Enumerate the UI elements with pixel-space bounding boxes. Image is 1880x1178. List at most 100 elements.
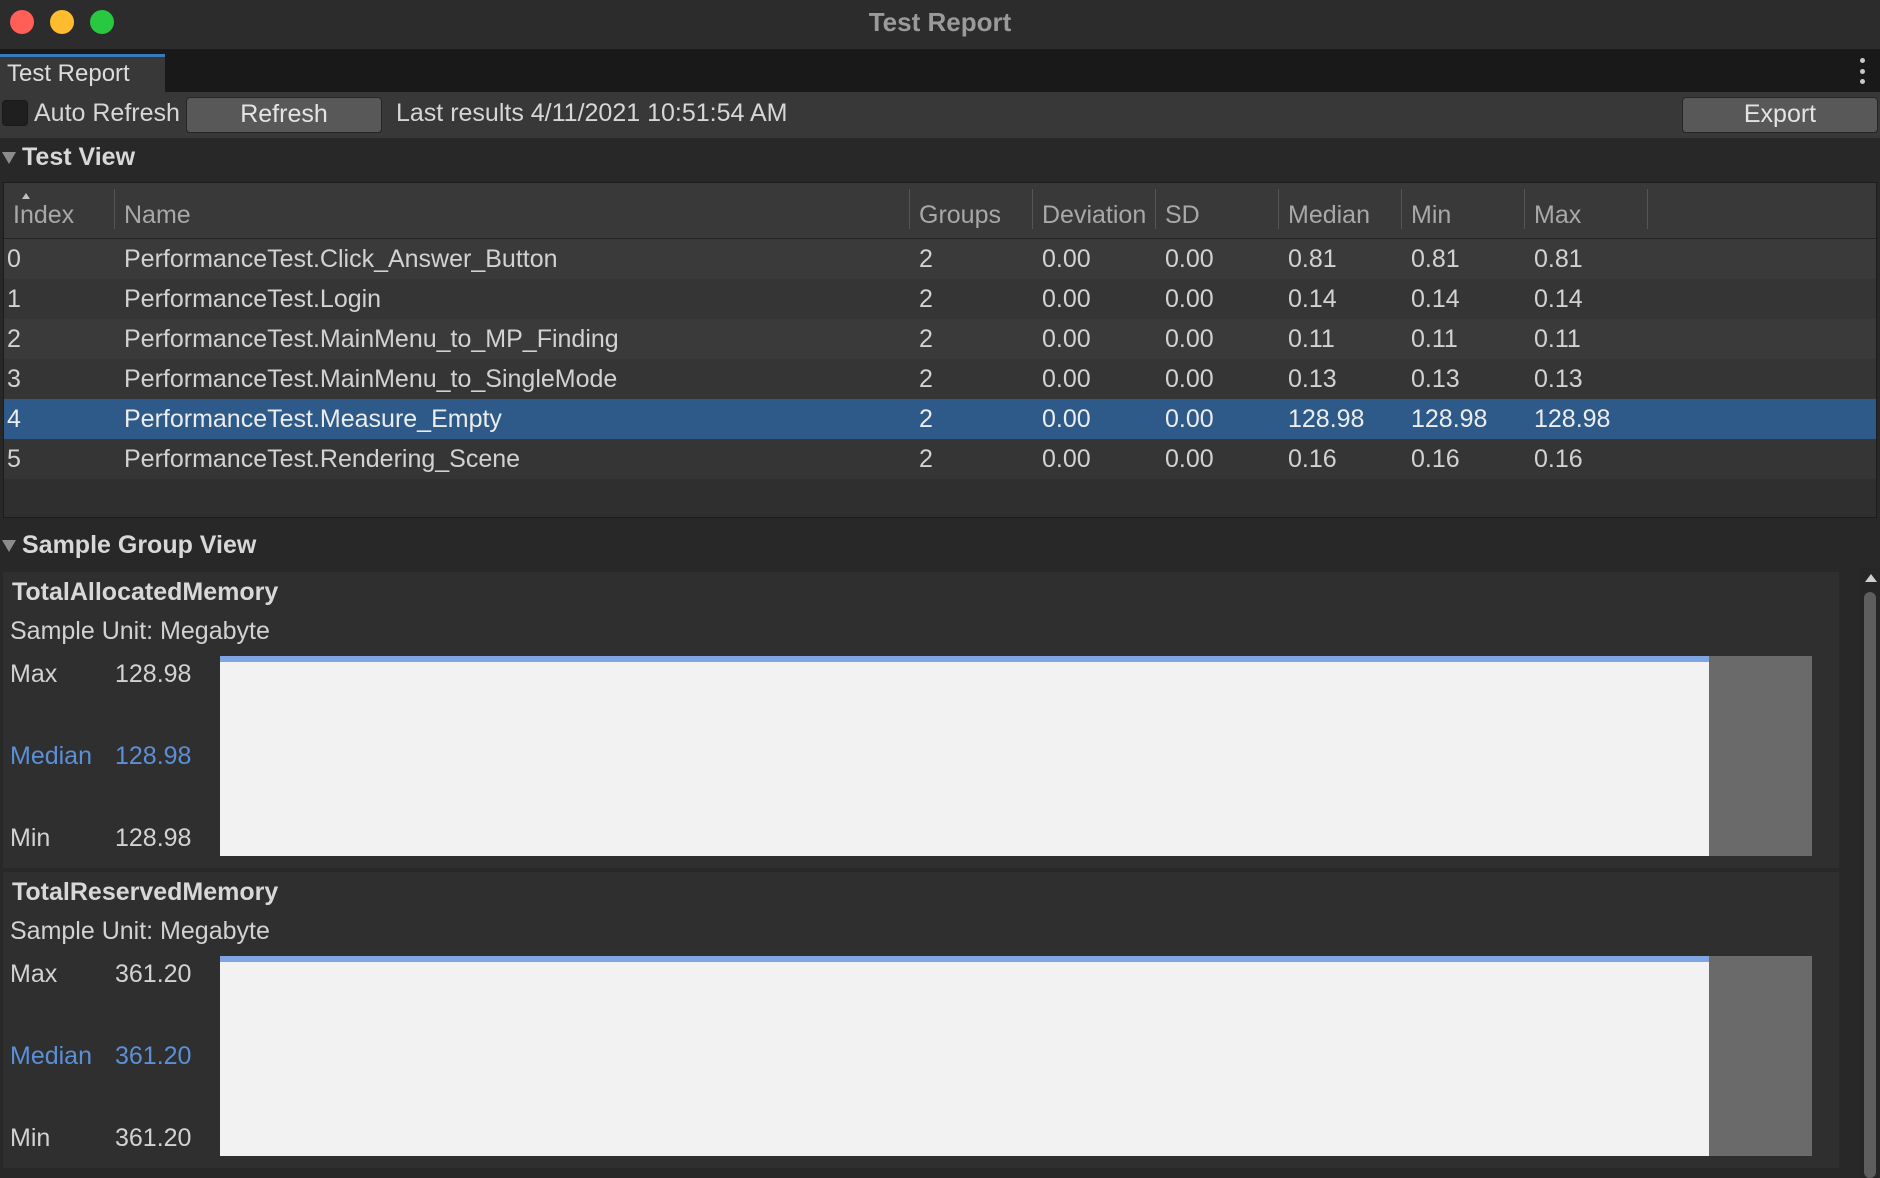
- table-header: Index Name Groups Deviation SD Median Mi…: [4, 183, 1876, 239]
- cell-index: 2: [7, 325, 21, 353]
- auto-refresh-label[interactable]: Auto Refresh: [34, 99, 180, 128]
- cell-min: 0.14: [1411, 285, 1460, 313]
- cell-groups: 2: [919, 285, 933, 313]
- median-value: 128.98: [115, 742, 192, 770]
- cell-index: 3: [7, 365, 21, 393]
- expand-triangle-icon[interactable]: [2, 540, 16, 552]
- cell-median: 0.11: [1288, 325, 1335, 353]
- table-row[interactable]: 5 PerformanceTest.Rendering_Scene 2 0.00…: [4, 439, 1876, 479]
- cell-max: 0.16: [1534, 445, 1583, 473]
- cell-name: PerformanceTest.Measure_Empty: [124, 405, 502, 433]
- max-label: Max: [10, 660, 58, 688]
- scrollbar-thumb[interactable]: [1864, 592, 1876, 1178]
- column-header-sd[interactable]: SD: [1165, 201, 1200, 230]
- max-value: 361.20: [115, 960, 192, 988]
- expand-triangle-icon[interactable]: [2, 152, 16, 164]
- sample-group-view-header[interactable]: Sample Group View: [0, 528, 1880, 564]
- table-row[interactable]: 0 PerformanceTest.Click_Answer_Button 2 …: [4, 239, 1876, 279]
- min-label: Min: [10, 824, 51, 852]
- table-row[interactable]: 1 PerformanceTest.Login 2 0.00 0.00 0.14…: [4, 279, 1876, 319]
- cell-max: 0.81: [1534, 245, 1583, 273]
- cell-sd: 0.00: [1165, 245, 1214, 273]
- cell-sd: 0.00: [1165, 365, 1214, 393]
- cell-groups: 2: [919, 365, 933, 393]
- median-label: Median: [10, 742, 92, 770]
- cell-median: 0.16: [1288, 445, 1337, 473]
- min-label: Min: [10, 1124, 51, 1152]
- table-row-selected[interactable]: 4 PerformanceTest.Measure_Empty 2 0.00 0…: [4, 399, 1876, 439]
- cell-sd: 0.00: [1165, 405, 1214, 433]
- cell-deviation: 0.00: [1042, 445, 1091, 473]
- cell-median: 0.81: [1288, 245, 1337, 273]
- column-header-name[interactable]: Name: [124, 201, 191, 230]
- column-divider[interactable]: [1155, 189, 1156, 229]
- cell-deviation: 0.00: [1042, 325, 1091, 353]
- sample-unit: Sample Unit: Megabyte: [10, 917, 270, 945]
- cell-name: PerformanceTest.Click_Answer_Button: [124, 245, 558, 273]
- sample-bar: [220, 956, 1709, 1156]
- cell-max: 128.98: [1534, 405, 1611, 433]
- max-label: Max: [10, 960, 58, 988]
- cell-deviation: 0.00: [1042, 285, 1091, 313]
- table-row[interactable]: 2 PerformanceTest.MainMenu_to_MP_Finding…: [4, 319, 1876, 359]
- cell-min: 128.98: [1411, 405, 1488, 433]
- cell-index: 4: [7, 405, 21, 433]
- cell-sd: 0.00: [1165, 445, 1214, 473]
- column-divider[interactable]: [114, 189, 115, 229]
- column-divider[interactable]: [1032, 189, 1033, 229]
- tab-test-report[interactable]: Test Report: [0, 54, 165, 92]
- export-button[interactable]: Export: [1682, 97, 1878, 133]
- last-results-text: Last results 4/11/2021 10:51:54 AM: [396, 99, 788, 127]
- column-header-index[interactable]: Index: [13, 201, 74, 230]
- sample-group-panel: TotalAllocatedMemory Sample Unit: Megaby…: [3, 572, 1839, 868]
- sample-unit: Sample Unit: Megabyte: [10, 617, 270, 645]
- cell-groups: 2: [919, 325, 933, 353]
- min-value: 128.98: [115, 824, 192, 852]
- cell-deviation: 0.00: [1042, 365, 1091, 393]
- cell-sd: 0.00: [1165, 285, 1214, 313]
- cell-deviation: 0.00: [1042, 245, 1091, 273]
- sample-group-panel: TotalReservedMemory Sample Unit: Megabyt…: [3, 872, 1839, 1168]
- refresh-button[interactable]: Refresh: [186, 97, 382, 133]
- column-header-max[interactable]: Max: [1534, 201, 1581, 230]
- cell-min: 0.16: [1411, 445, 1460, 473]
- vertical-scrollbar[interactable]: [1860, 568, 1880, 1178]
- test-report-window: Test Report Test Report Auto Refresh Ref…: [0, 0, 1880, 1178]
- sample-plot: [220, 656, 1812, 856]
- tab-strip: Test Report: [0, 50, 1880, 92]
- cell-name: PerformanceTest.MainMenu_to_SingleMode: [124, 365, 618, 393]
- sample-group-name: TotalReservedMemory: [12, 878, 279, 906]
- min-value: 361.20: [115, 1124, 192, 1152]
- cell-min: 0.13: [1411, 365, 1460, 393]
- test-view-header[interactable]: Test View: [0, 140, 1880, 176]
- toolbar: Auto Refresh Refresh Last results 4/11/2…: [0, 92, 1880, 138]
- cell-median: 0.14: [1288, 285, 1337, 313]
- cell-groups: 2: [919, 245, 933, 273]
- column-header-min[interactable]: Min: [1411, 201, 1451, 230]
- cell-name: PerformanceTest.Rendering_Scene: [124, 445, 521, 473]
- column-divider[interactable]: [1401, 189, 1402, 229]
- table-row[interactable]: 3 PerformanceTest.MainMenu_to_SingleMode…: [4, 359, 1876, 399]
- auto-refresh-checkbox[interactable]: [2, 100, 28, 126]
- column-divider[interactable]: [1647, 189, 1648, 229]
- cell-sd: 0.00: [1165, 325, 1214, 353]
- cell-index: 5: [7, 445, 21, 473]
- cell-max: 0.11: [1534, 325, 1581, 353]
- scroll-up-arrow-icon[interactable]: [1865, 574, 1877, 582]
- cell-min: 0.11: [1411, 325, 1458, 353]
- cell-min: 0.81: [1411, 245, 1460, 273]
- column-header-groups[interactable]: Groups: [919, 201, 1001, 230]
- column-divider[interactable]: [1278, 189, 1279, 229]
- cell-index: 0: [7, 245, 21, 273]
- cell-name: PerformanceTest.Login: [124, 285, 382, 313]
- test-view-title: Test View: [22, 143, 136, 171]
- sample-group-name: TotalAllocatedMemory: [12, 578, 279, 606]
- sample-bar: [220, 656, 1709, 856]
- column-header-deviation[interactable]: Deviation: [1042, 201, 1146, 230]
- more-options-icon[interactable]: [1858, 58, 1866, 84]
- column-divider[interactable]: [909, 189, 910, 229]
- cell-name: PerformanceTest.MainMenu_to_MP_Finding: [124, 325, 619, 353]
- cell-max: 0.13: [1534, 365, 1583, 393]
- column-divider[interactable]: [1524, 189, 1525, 229]
- column-header-median[interactable]: Median: [1288, 201, 1370, 230]
